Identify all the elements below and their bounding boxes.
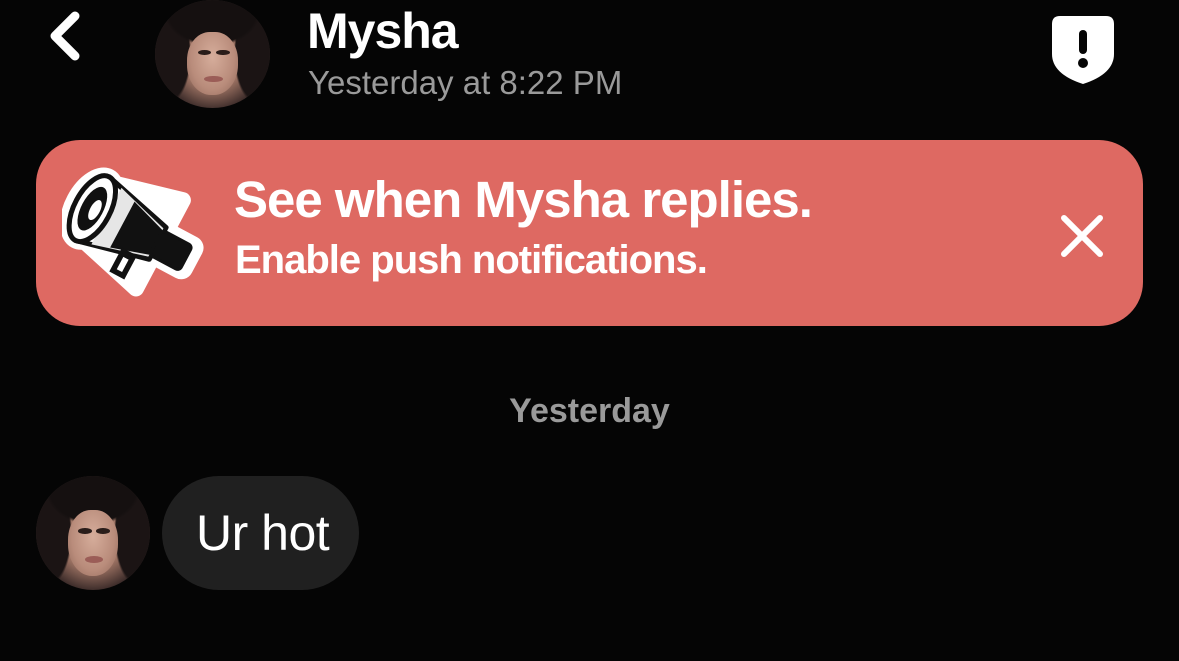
- banner-close-button[interactable]: [1052, 206, 1112, 266]
- message-bubble[interactable]: Ur hot: [162, 476, 360, 590]
- banner-subtitle: Enable push notifications.: [235, 238, 708, 282]
- shield-exclamation-icon: [1052, 16, 1114, 84]
- chat-screen: Mysha Yesterday at 8:22 PM See when Mysh…: [0, 0, 1179, 661]
- close-icon: [1061, 215, 1103, 257]
- push-notification-banner[interactable]: See when Mysha replies. Enable push noti…: [36, 140, 1143, 326]
- report-button[interactable]: [1050, 14, 1116, 86]
- chevron-left-icon: [50, 11, 80, 61]
- banner-title: See when Mysha replies.: [234, 171, 813, 228]
- message-text: Ur hot: [196, 505, 330, 561]
- back-button[interactable]: [40, 8, 90, 64]
- megaphone-icon: [62, 167, 204, 297]
- last-seen-timestamp: Yesterday at 8:22 PM: [308, 64, 623, 101]
- contact-avatar[interactable]: [155, 0, 270, 108]
- date-separator: Yesterday: [509, 392, 670, 430]
- contact-name[interactable]: Mysha: [307, 2, 459, 60]
- sender-avatar[interactable]: [36, 476, 150, 590]
